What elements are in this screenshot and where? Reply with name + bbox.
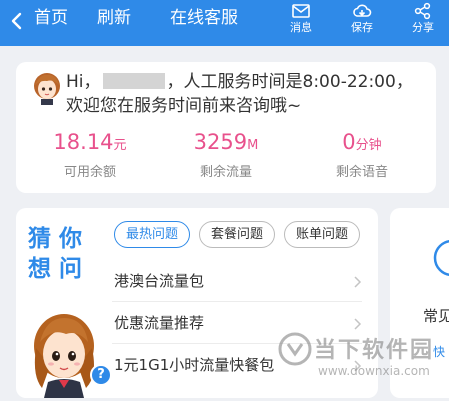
chevron-right-icon [354,360,362,372]
balance-caption: 可用余额 [63,165,116,180]
question-label: 优惠流量推荐 [114,314,205,332]
tab-bill-questions[interactable]: 账单问题 [284,221,360,248]
chevron-right-icon [354,318,362,330]
greeting-prefix: Hi， [66,72,101,92]
mail-icon [292,4,310,18]
faq-card: 猜你想问 最热问题 套餐问题 账单问题 港澳台流量包 优惠流量推荐 1元1G1小… [16,208,378,398]
balance-value: 18.14 [53,130,114,154]
voice-value: 0 [342,130,356,154]
greeting-line-2: 欢迎您在服务时间前来咨询哦~ [66,96,302,116]
question-label: 1元1G1小时流量快餐包 [114,356,275,374]
account-info-card: Hi， ，人工服务时间是8:00-22:00， 欢迎您在服务时间前来咨询哦~ 18… [16,62,436,193]
tab-plan-questions[interactable]: 套餐问题 [199,221,275,248]
voice-remaining-stat[interactable]: 0分钟 剩余语音 [302,128,422,182]
data-value: 3259 [193,130,248,154]
clock-circle-icon [433,240,449,276]
top-bar: 首页 刷新 在线客服 消息 保存 分享 [0,0,449,46]
side-card-label: 常见 [423,307,449,325]
save-label: 保存 [351,21,373,34]
side-card[interactable]: 常见 快 [390,208,449,398]
balance-stat[interactable]: 18.14元 可用余额 [30,128,150,182]
refresh-button[interactable]: 刷新 [97,6,131,30]
share-icon [414,2,431,20]
home-link[interactable]: 首页 [34,6,68,30]
balance-unit: 元 [113,138,127,153]
question-item[interactable]: 优惠流量推荐 [112,304,362,344]
voice-unit: 分钟 [355,138,382,153]
side-card-link[interactable]: 快 [433,344,445,360]
cloud-save-icon [353,4,372,17]
message-button[interactable]: 消息 [279,0,323,44]
voice-caption: 剩余语音 [335,165,388,180]
greeting-line-1: Hi， ，人工服务时间是8:00-22:00， [66,70,413,94]
back-chevron-icon[interactable] [9,9,25,33]
tab-hot-questions[interactable]: 最热问题 [114,221,190,248]
share-button[interactable]: 分享 [401,0,445,44]
divider [112,343,362,344]
greeting-hours: ，人工服务时间是8:00-22:00， [166,72,413,92]
data-remaining-stat[interactable]: 3259M 剩余流量 [166,128,286,182]
question-item[interactable]: 1元1G1小时流量快餐包 [112,346,362,386]
online-service-title[interactable]: 在线客服 [170,6,238,30]
faq-title: 猜你想问 [28,226,90,282]
data-unit: M [247,138,259,153]
chevron-right-icon [354,276,362,288]
assistant-avatar-icon [34,73,60,105]
question-item[interactable]: 港澳台流量包 [112,262,362,302]
masked-username [102,73,165,89]
help-badge-icon[interactable]: ? [90,364,112,386]
message-label: 消息 [290,21,312,34]
question-label: 港澳台流量包 [114,272,205,290]
save-button[interactable]: 保存 [340,0,384,44]
share-label: 分享 [412,21,434,34]
assistant-character-icon [34,314,94,398]
divider [112,301,362,302]
data-caption: 剩余流量 [199,165,252,180]
